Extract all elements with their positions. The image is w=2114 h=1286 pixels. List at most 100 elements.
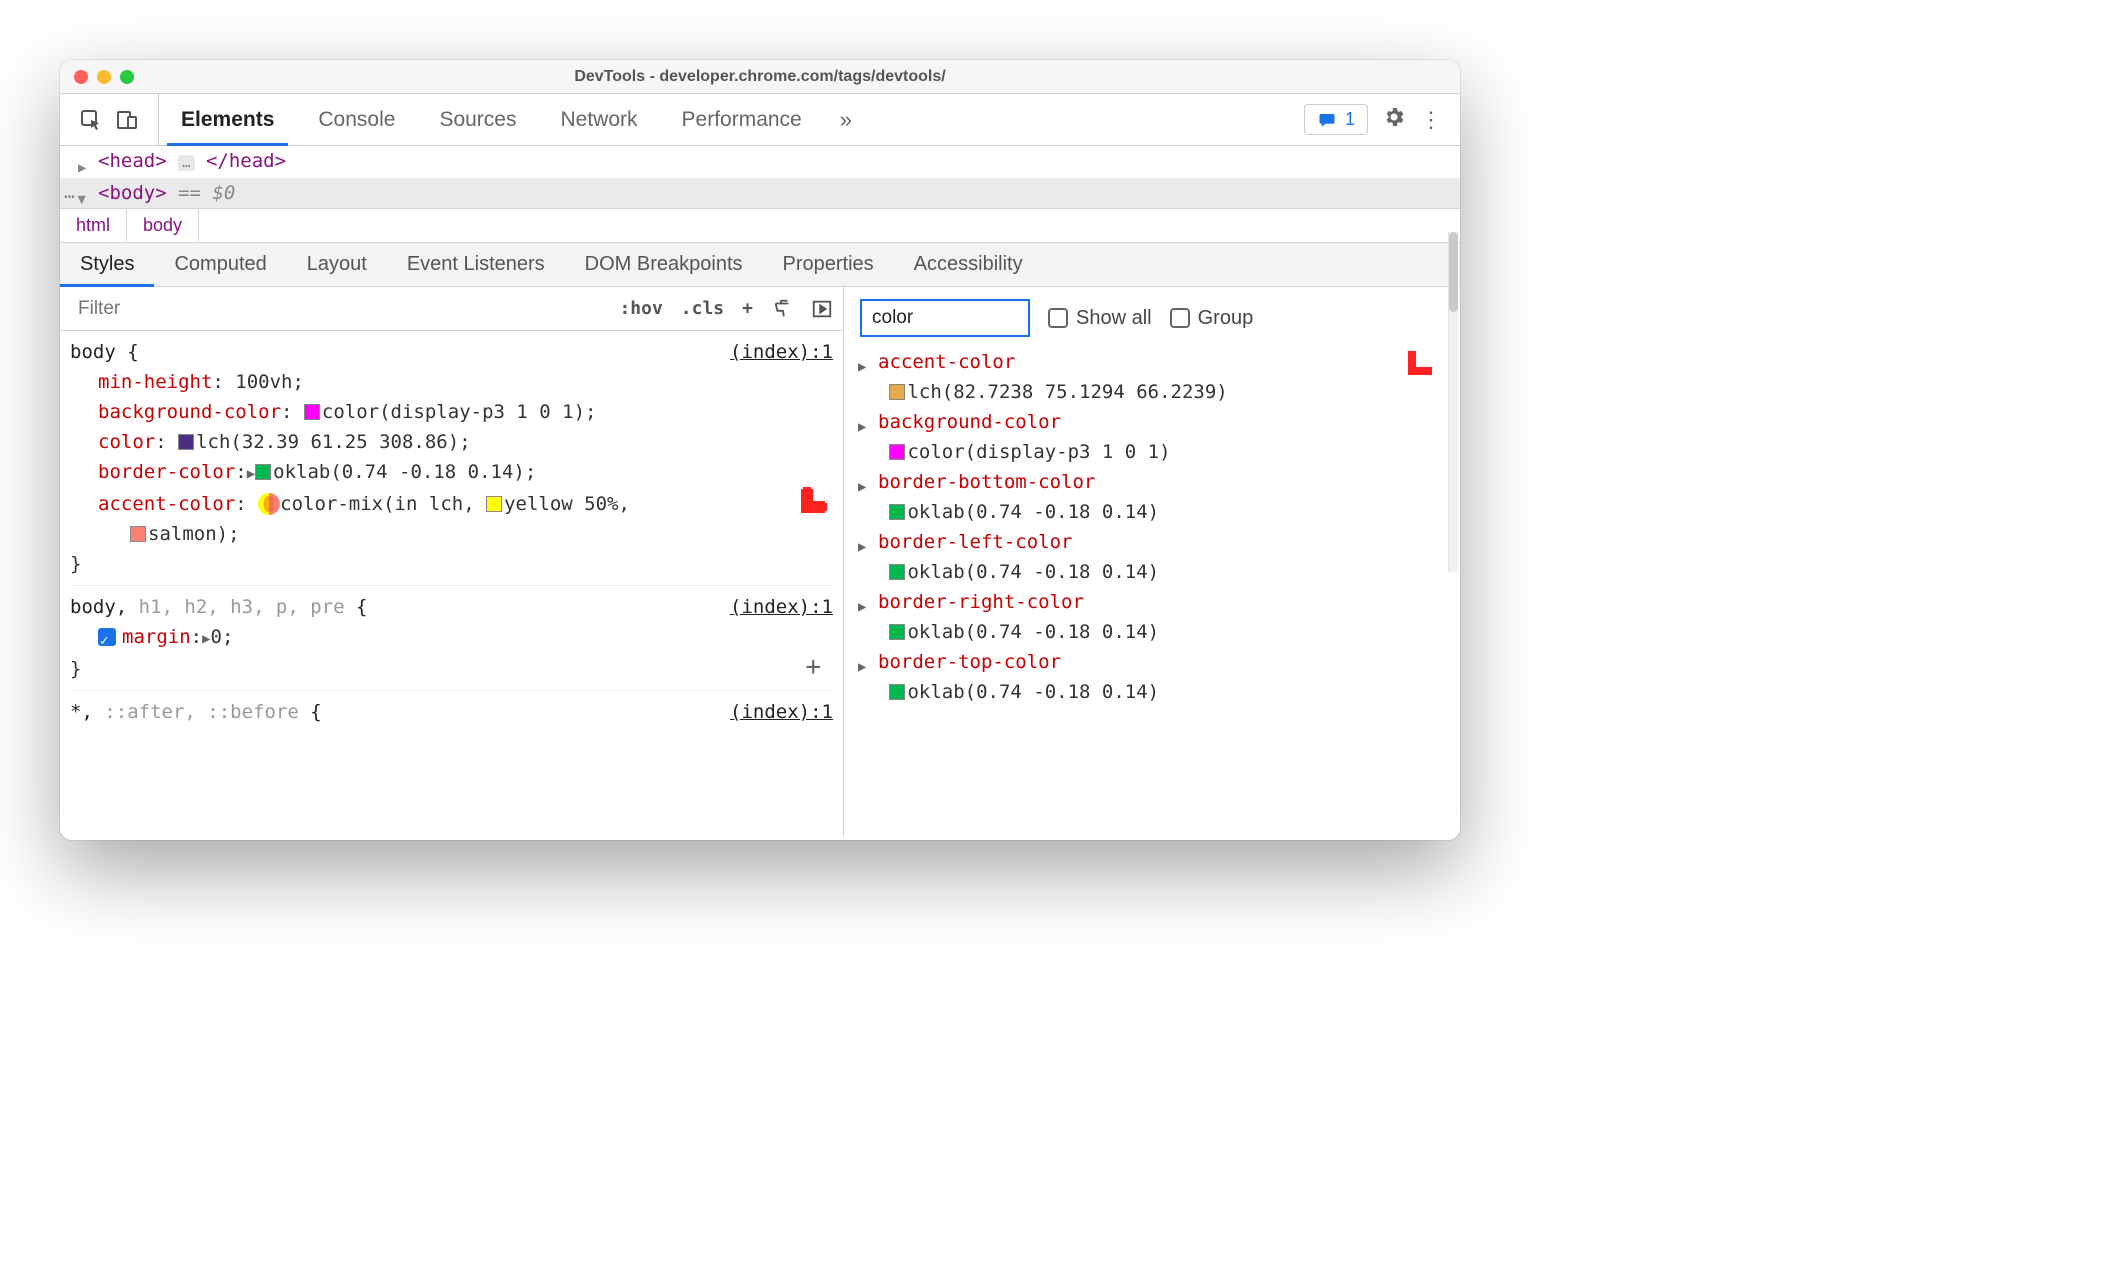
subtab-event-listeners[interactable]: Event Listeners <box>387 243 565 286</box>
styles-buttons: :hov .cls + <box>619 298 833 320</box>
issues-badge[interactable]: 1 <box>1304 104 1368 135</box>
color-swatch-icon[interactable] <box>889 624 905 640</box>
format-icon[interactable] <box>771 298 793 320</box>
head-close-tag: </head> <box>206 150 286 172</box>
expand-triangle-icon[interactable]: ▶ <box>858 472 866 502</box>
close-window-icon[interactable] <box>74 70 88 84</box>
color-swatch-icon[interactable] <box>889 444 905 460</box>
side-subtabs: Styles Computed Layout Event Listeners D… <box>60 243 1460 287</box>
main-tabs: Elements Console Sources Network Perform… <box>159 94 868 145</box>
tab-performance[interactable]: Performance <box>660 94 824 145</box>
decl-color[interactable]: color: lch(32.39 61.25 308.86); <box>70 427 833 457</box>
computed-filter-input[interactable] <box>860 299 1030 337</box>
window-title: DevTools - developer.chrome.com/tags/dev… <box>60 68 1460 86</box>
new-rule-button[interactable]: + <box>742 298 753 319</box>
decl-accent-color[interactable]: accent-color: color-mix(in lch, yellow 5… <box>70 489 833 519</box>
expand-triangle-icon[interactable]: ▶ <box>858 592 866 622</box>
css-rules[interactable]: body { (index):1 min-height: 100vh; back… <box>60 331 843 837</box>
expand-triangle-icon[interactable]: ▶ <box>202 631 210 647</box>
subtab-layout[interactable]: Layout <box>287 243 387 286</box>
decl-min-height[interactable]: min-height: 100vh; <box>70 367 833 397</box>
color-swatch-icon[interactable] <box>130 526 146 542</box>
tab-sources[interactable]: Sources <box>417 94 538 145</box>
tabs-overflow-icon[interactable]: » <box>824 94 868 145</box>
tab-elements[interactable]: Elements <box>159 94 296 145</box>
dom-head-line[interactable]: ▶ <head> … </head> <box>60 146 1460 178</box>
color-swatch-icon[interactable] <box>889 384 905 400</box>
computed-row[interactable]: ▶border-right-color oklab(0.74 -0.18 0.1… <box>856 587 1448 647</box>
crumb-html[interactable]: html <box>60 209 127 242</box>
expand-triangle-icon[interactable]: ▶ <box>247 466 255 482</box>
inspect-element-icon[interactable] <box>78 107 104 133</box>
color-swatch-icon[interactable] <box>486 496 502 512</box>
main-toolbar: Elements Console Sources Network Perform… <box>60 94 1460 146</box>
dom-tree[interactable]: ▶ <head> … </head> … ▶ <body> == $0 <box>60 146 1460 208</box>
subtab-accessibility[interactable]: Accessibility <box>894 243 1043 286</box>
toolbar-right: 1 ⋮ <box>1304 104 1460 135</box>
rule-source-link[interactable]: (index):1 <box>730 697 833 727</box>
checkbox-icon[interactable] <box>1170 308 1190 328</box>
color-swatch-icon[interactable] <box>304 404 320 420</box>
computed-row[interactable]: ▶border-top-color oklab(0.74 -0.18 0.14) <box>856 647 1448 707</box>
subtab-computed[interactable]: Computed <box>154 243 286 286</box>
rule-selector[interactable]: body, h1, h2, h3, p, pre { <box>70 592 367 622</box>
more-menu-icon[interactable]: ⋮ <box>1420 107 1442 133</box>
expand-triangle-icon[interactable]: ▶ <box>858 532 866 562</box>
color-swatch-icon[interactable] <box>889 684 905 700</box>
dollar-zero: $0 <box>212 182 235 204</box>
rule-source-link[interactable]: (index):1 <box>730 337 833 367</box>
crumb-body[interactable]: body <box>127 209 199 242</box>
styles-toolbar: :hov .cls + <box>60 287 843 331</box>
show-all-checkbox[interactable]: Show all <box>1048 307 1152 330</box>
ellipsis-icon[interactable]: … <box>178 155 194 171</box>
dom-body-line[interactable]: … ▶ <body> == $0 <box>60 178 1460 208</box>
decl-border-color[interactable]: border-color:▶oklab(0.74 -0.18 0.14); <box>70 457 833 489</box>
panes: :hov .cls + body { (index):1 min-height:… <box>60 287 1460 837</box>
color-swatch-icon[interactable] <box>889 564 905 580</box>
subtab-styles[interactable]: Styles <box>60 243 154 286</box>
tab-network[interactable]: Network <box>538 94 659 145</box>
computed-row[interactable]: ▶border-bottom-color oklab(0.74 -0.18 0.… <box>856 467 1448 527</box>
rule-selector[interactable]: body { <box>70 337 139 367</box>
rule-close: } <box>70 654 833 684</box>
color-swatch-icon[interactable] <box>255 464 271 480</box>
device-toggle-icon[interactable] <box>114 107 140 133</box>
settings-icon[interactable] <box>1382 105 1406 135</box>
colormix-swatch-icon[interactable] <box>258 493 280 515</box>
group-checkbox[interactable]: Group <box>1170 307 1254 330</box>
subtab-dom-breakpoints[interactable]: DOM Breakpoints <box>565 243 763 286</box>
maximize-window-icon[interactable] <box>120 70 134 84</box>
computed-pane: Show all Group ▶accent-color lch(82.7238… <box>844 287 1460 837</box>
add-declaration-button[interactable]: + <box>805 652 821 682</box>
expand-triangle-icon[interactable]: ▶ <box>858 352 866 382</box>
computed-row[interactable]: ▶background-color color(display-p3 1 0 1… <box>856 407 1448 467</box>
tab-console[interactable]: Console <box>296 94 417 145</box>
computed-row[interactable]: ▶border-left-color oklab(0.74 -0.18 0.14… <box>856 527 1448 587</box>
traffic-lights <box>60 70 134 84</box>
decl-margin[interactable]: margin:▶0; <box>70 622 833 654</box>
color-swatch-icon[interactable] <box>178 434 194 450</box>
hov-button[interactable]: :hov <box>619 298 662 319</box>
eq-symbol: == <box>178 182 201 204</box>
toolbar-left <box>60 94 159 145</box>
expand-triangle-icon[interactable]: ▶ <box>858 652 866 682</box>
subtab-properties[interactable]: Properties <box>763 243 894 286</box>
rule-source-link[interactable]: (index):1 <box>730 592 833 622</box>
checkbox-icon[interactable] <box>1048 308 1068 328</box>
css-rule-star: *, ::after, ::before { (index):1 <box>70 697 833 733</box>
css-rule-body-group: body, h1, h2, h3, p, pre { (index):1 mar… <box>70 592 833 691</box>
computed-list[interactable]: ▶accent-color lch(82.7238 75.1294 66.223… <box>844 347 1460 707</box>
expand-triangle-icon[interactable]: ▶ <box>67 196 97 204</box>
rule-selector[interactable]: *, ::after, ::before { <box>70 697 322 727</box>
decl-accent-color-cont[interactable]: salmon); <box>70 519 833 549</box>
css-rule-body: body { (index):1 min-height: 100vh; back… <box>70 337 833 586</box>
toggle-rendering-icon[interactable] <box>811 298 833 320</box>
decl-background-color[interactable]: background-color: color(display-p3 1 0 1… <box>70 397 833 427</box>
minimize-window-icon[interactable] <box>97 70 111 84</box>
styles-filter-input[interactable] <box>70 292 609 326</box>
expand-triangle-icon[interactable]: ▶ <box>858 412 866 442</box>
computed-row[interactable]: ▶accent-color lch(82.7238 75.1294 66.223… <box>856 347 1448 407</box>
cls-button[interactable]: .cls <box>681 298 724 319</box>
color-swatch-icon[interactable] <box>889 504 905 520</box>
decl-checkbox[interactable] <box>98 628 116 646</box>
